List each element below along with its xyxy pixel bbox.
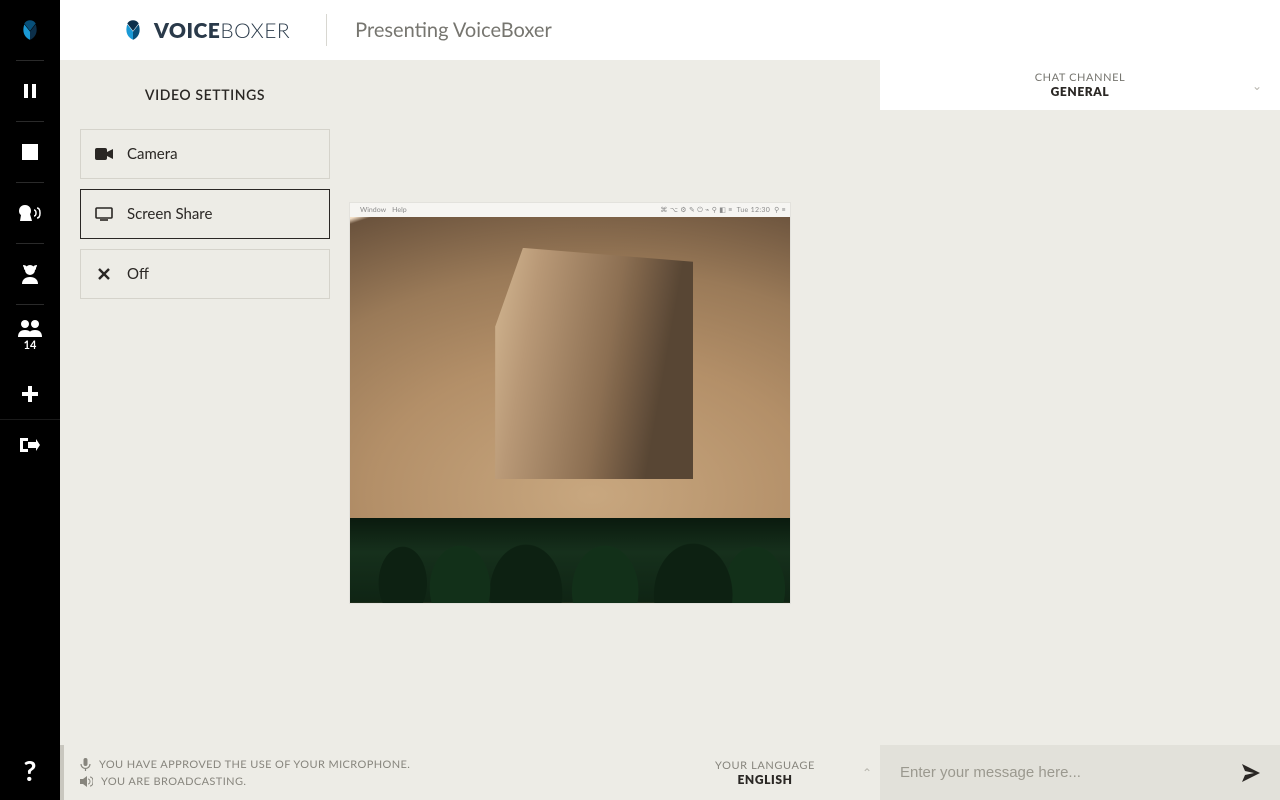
brand-logo-icon (120, 17, 146, 43)
status-bar: YOU HAVE APPROVED THE USE OF YOUR MICROP… (60, 745, 650, 800)
close-icon (95, 268, 113, 280)
presentation-stage: Window Help ⌘ ⌥ ⚙ ✎ ⏻ ⌁ ⚲ ◧ ≡ Tue 12:30 … (350, 60, 880, 745)
add-button[interactable] (0, 369, 60, 419)
option-screen-share[interactable]: Screen Share (80, 189, 330, 239)
stop-button[interactable] (0, 122, 60, 182)
brand: VOICEBOXER (120, 17, 290, 43)
chat-compose (880, 745, 1280, 800)
video-settings-panel: VIDEO SETTINGS Camera Screen Share (60, 60, 350, 745)
chat-input[interactable] (900, 764, 1242, 781)
interpreter-icon[interactable] (0, 244, 60, 304)
chat-channel-label: CHAT CHANNEL (1035, 71, 1126, 84)
status-broadcast-text: YOU ARE BROADCASTING. (101, 775, 246, 788)
send-button[interactable] (1242, 764, 1260, 782)
language-label: YOUR LANGUAGE (715, 759, 815, 772)
video-settings-title: VIDEO SETTINGS (60, 86, 350, 103)
header: VOICEBOXER Presenting VoiceBoxer (60, 0, 1280, 60)
attendee-count: 14 (24, 339, 37, 352)
monitor-icon (95, 207, 113, 221)
option-camera[interactable]: Camera (80, 129, 330, 179)
chevron-down-icon: ⌄ (1252, 78, 1262, 93)
main-area: VOICEBOXER Presenting VoiceBoxer VIDEO S… (60, 0, 1280, 800)
chat-log (880, 110, 1280, 745)
footer: YOU HAVE APPROVED THE USE OF YOUR MICROP… (60, 745, 1280, 800)
screen-share-preview: Window Help ⌘ ⌥ ⚙ ✎ ⏻ ⌁ ⚲ ◧ ≡ Tue 12:30 … (350, 203, 790, 603)
microphone-icon (80, 758, 91, 771)
option-camera-label: Camera (127, 145, 178, 163)
option-off-label: Off (127, 265, 149, 283)
language-selector[interactable]: YOUR LANGUAGE ENGLISH ⌃ (650, 745, 880, 800)
attendees-button[interactable]: 14 (0, 305, 60, 365)
pause-button[interactable] (0, 61, 60, 121)
page-title: Presenting VoiceBoxer (355, 18, 552, 42)
preview-wallpaper (350, 217, 790, 603)
volume-icon (80, 776, 93, 787)
camera-icon (95, 148, 113, 160)
left-rail: 14 ? (0, 0, 60, 800)
speaker-icon[interactable] (0, 183, 60, 243)
option-screen-share-label: Screen Share (127, 205, 212, 223)
chat-channel-selector[interactable]: CHAT CHANNEL GENERAL ⌄ (880, 60, 1280, 110)
exit-button[interactable] (0, 420, 60, 470)
chat-channel-value: GENERAL (1051, 84, 1110, 99)
help-button[interactable]: ? (0, 740, 60, 800)
language-value: ENGLISH (737, 772, 792, 787)
brand-text: VOICEBOXER (154, 18, 290, 43)
status-mic-text: YOU HAVE APPROVED THE USE OF YOUR MICROP… (99, 758, 410, 771)
option-off[interactable]: Off (80, 249, 330, 299)
logo-icon[interactable] (0, 0, 60, 60)
preview-menubar: Window Help ⌘ ⌥ ⚙ ✎ ⏻ ⌁ ⚲ ◧ ≡ Tue 12:30 … (350, 203, 790, 217)
chevron-up-icon: ⌃ (862, 765, 872, 780)
chat-panel: CHAT CHANNEL GENERAL ⌄ (880, 60, 1280, 745)
